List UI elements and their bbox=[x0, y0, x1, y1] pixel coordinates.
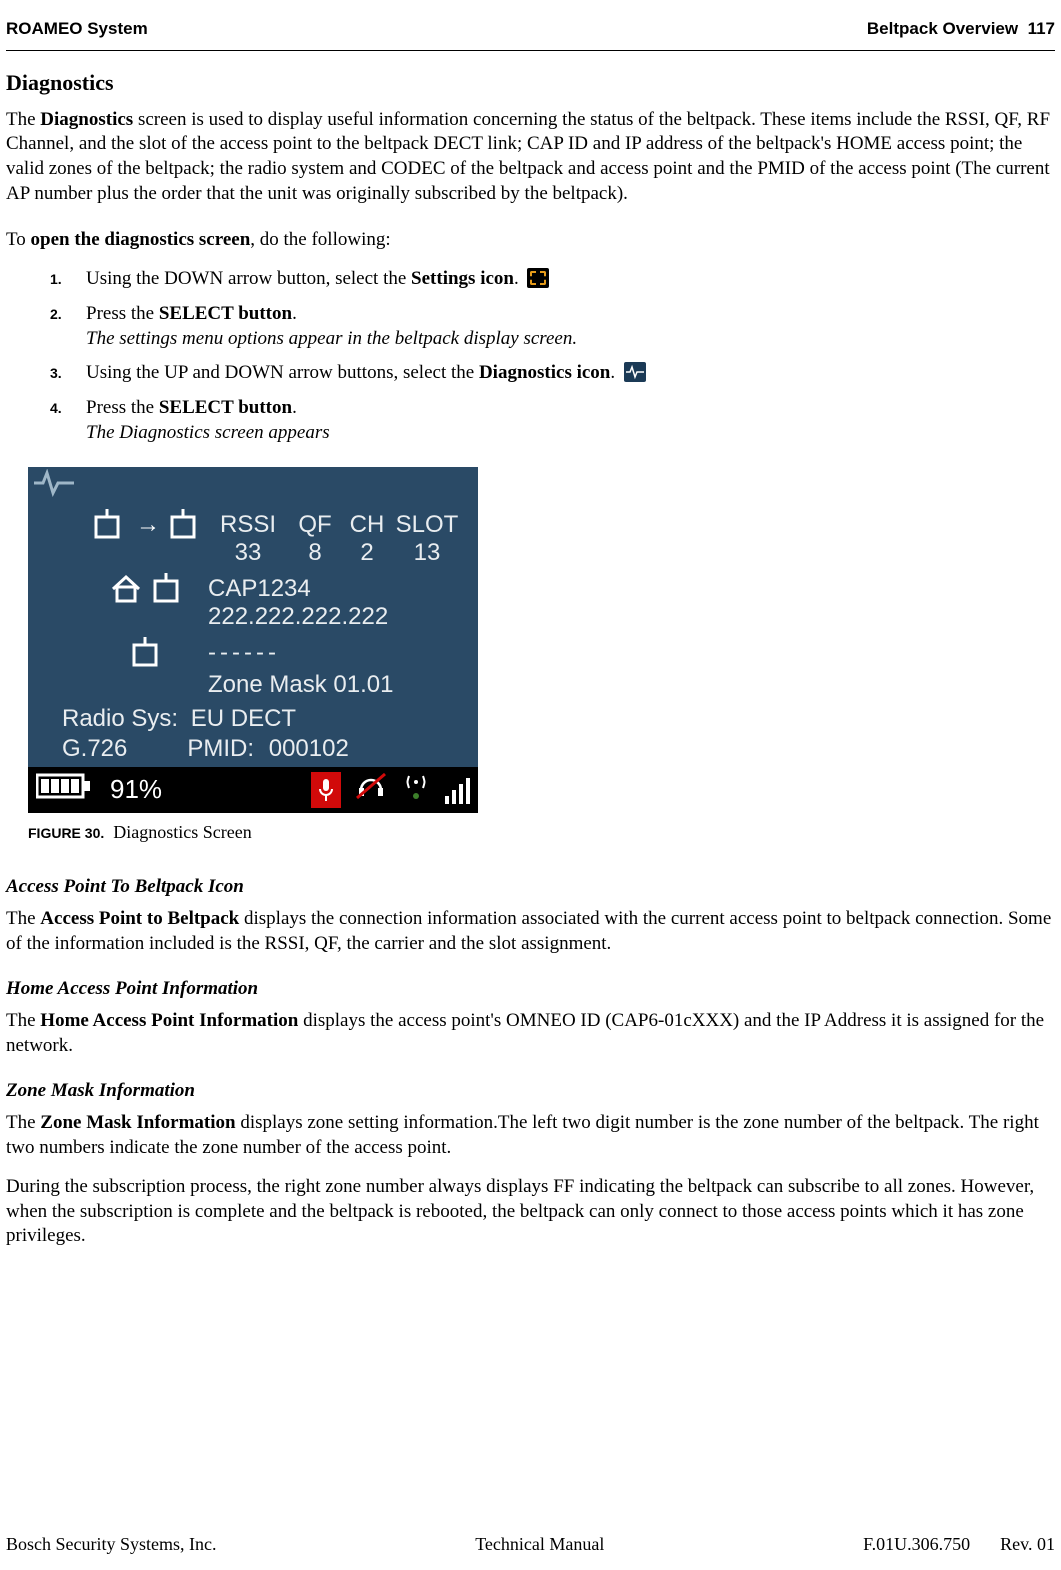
footer-rev: Rev. 01 bbox=[1000, 1533, 1055, 1556]
footer-company: Bosch Security Systems, Inc. bbox=[6, 1533, 216, 1556]
zone-row: ------ bbox=[88, 635, 468, 669]
col-ch: CH bbox=[342, 509, 392, 540]
battery-percent: 91% bbox=[110, 773, 297, 807]
col-slot: SLOT bbox=[392, 509, 462, 540]
step-4: 4. Press the SELECT button. The Diagnost… bbox=[50, 396, 1055, 445]
zone-dashes: ------ bbox=[208, 637, 468, 668]
step-3: 3. Using the UP and DOWN arrow buttons, … bbox=[50, 361, 1055, 386]
cap-id: CAP1234 bbox=[208, 573, 468, 604]
home-ap-icon bbox=[88, 571, 208, 605]
section-title-diagnostics: Diagnostics bbox=[6, 69, 1055, 98]
heartbeat-icon bbox=[34, 469, 74, 505]
figure-caption: FIGURE 30. Diagnostics Screen bbox=[28, 821, 1055, 844]
header-rule bbox=[6, 50, 1055, 51]
opener-line: To open the diagnostics screen, do the f… bbox=[6, 228, 1055, 253]
para-zone-mask-1: The Zone Mask Information displays zone … bbox=[6, 1111, 1055, 1160]
para-home-ap: The Home Access Point Information displa… bbox=[6, 1009, 1055, 1058]
ap-beltpack-row: → RSSI QF CH SLOT bbox=[88, 507, 468, 541]
signal-bars-icon bbox=[445, 776, 470, 804]
ip-address: 222.222.222.222 bbox=[208, 601, 468, 632]
diagnostics-icon bbox=[624, 362, 646, 382]
footer-docnum: F.01U.306.750 bbox=[863, 1533, 970, 1556]
settings-icon bbox=[527, 268, 549, 288]
val-slot: 13 bbox=[392, 537, 462, 568]
heading-zone-mask: Zone Mask Information bbox=[6, 1079, 1055, 1104]
home-ap-row: CAP1234 bbox=[88, 571, 468, 605]
wifi-icon bbox=[401, 772, 431, 808]
ap-to-beltpack-icon: → bbox=[88, 507, 208, 541]
step-2: 2. Press the SELECT button. The settings… bbox=[50, 302, 1055, 351]
val-qf: 8 bbox=[288, 537, 342, 568]
intro-paragraph: The Diagnostics screen is used to displa… bbox=[6, 108, 1055, 207]
footer-doctype: Technical Manual bbox=[475, 1533, 604, 1556]
heading-ap-to-beltpack: Access Point To Beltpack Icon bbox=[6, 875, 1055, 900]
steps-list: 1. Using the DOWN arrow button, select t… bbox=[6, 267, 1055, 445]
heading-home-ap: Home Access Point Information bbox=[6, 977, 1055, 1002]
zone-beltpack-icon bbox=[88, 635, 208, 669]
radio-sys-line: Radio Sys: EU DECT bbox=[62, 703, 296, 734]
codec-value: G.726 bbox=[62, 733, 127, 764]
header-left: ROAMEO System bbox=[6, 18, 148, 40]
col-rssi: RSSI bbox=[208, 509, 288, 540]
val-ch: 2 bbox=[342, 537, 392, 568]
diagnostics-screenshot: → RSSI QF CH SLOT 33 8 2 13 bbox=[28, 467, 478, 813]
step-1: 1. Using the DOWN arrow button, select t… bbox=[50, 267, 1055, 292]
page-header: ROAMEO System Beltpack Overview 117 bbox=[6, 18, 1055, 50]
status-bar: 91% bbox=[28, 767, 478, 813]
zone-mask: Zone Mask 01.01 bbox=[208, 669, 468, 700]
page-footer: Bosch Security Systems, Inc. Technical M… bbox=[6, 1533, 1055, 1556]
para-ap-to-beltpack: The Access Point to Beltpack displays th… bbox=[6, 907, 1055, 956]
codec-pmid-line: G.726 PMID: 000102 bbox=[62, 733, 349, 764]
para-zone-mask-2: During the subscription process, the rig… bbox=[6, 1175, 1055, 1249]
header-right: Beltpack Overview 117 bbox=[867, 18, 1055, 40]
col-qf: QF bbox=[288, 509, 342, 540]
headset-off-icon bbox=[355, 772, 387, 808]
battery-icon bbox=[36, 772, 92, 808]
val-rssi: 33 bbox=[208, 537, 288, 568]
mic-icon bbox=[311, 772, 341, 808]
pmid-value: 000102 bbox=[269, 735, 349, 762]
